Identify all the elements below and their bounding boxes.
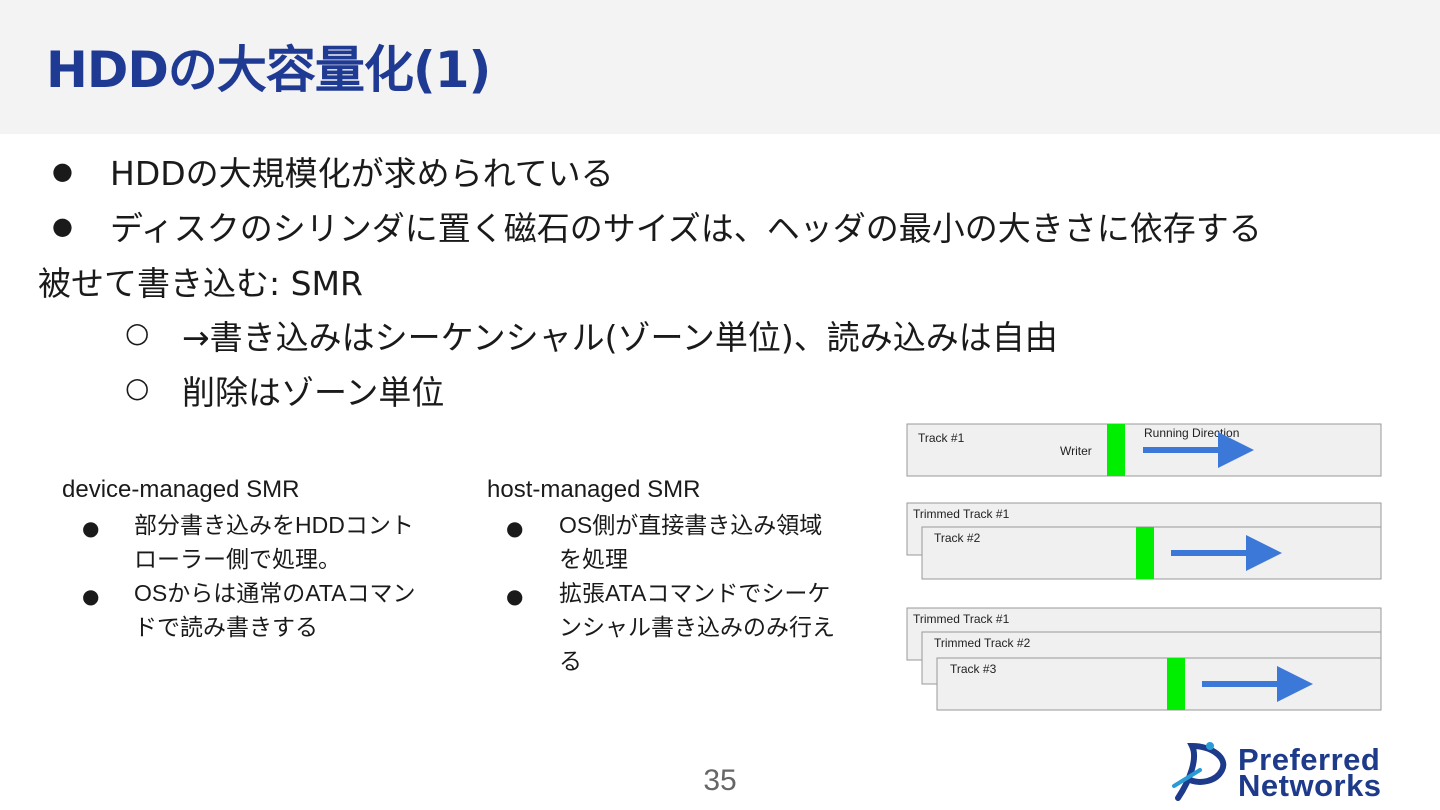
- track-1-label: Track #1: [918, 431, 965, 445]
- writer-head: [1107, 424, 1125, 476]
- smr-track-diagram: Track #1 Writer Running Direction Trimme…: [906, 423, 1382, 711]
- writer-label: Writer: [1060, 444, 1092, 458]
- track-2-label: Track #2: [934, 531, 981, 545]
- track-3-label: Track #3: [950, 662, 997, 676]
- logo-text-networks: Networks: [1238, 768, 1382, 803]
- running-direction-label: Running Direction: [1144, 426, 1239, 440]
- trimmed-track-2-label: Trimmed Track #2: [934, 636, 1031, 650]
- writer-head: [1167, 658, 1185, 710]
- trimmed-track-1-label: Trimmed Track #1: [913, 612, 1010, 626]
- preferred-networks-logo-mark: [1172, 742, 1227, 801]
- track-3-rect: [936, 657, 1382, 711]
- trimmed-track-1-label: Trimmed Track #1: [913, 507, 1010, 521]
- writer-head: [1136, 527, 1154, 579]
